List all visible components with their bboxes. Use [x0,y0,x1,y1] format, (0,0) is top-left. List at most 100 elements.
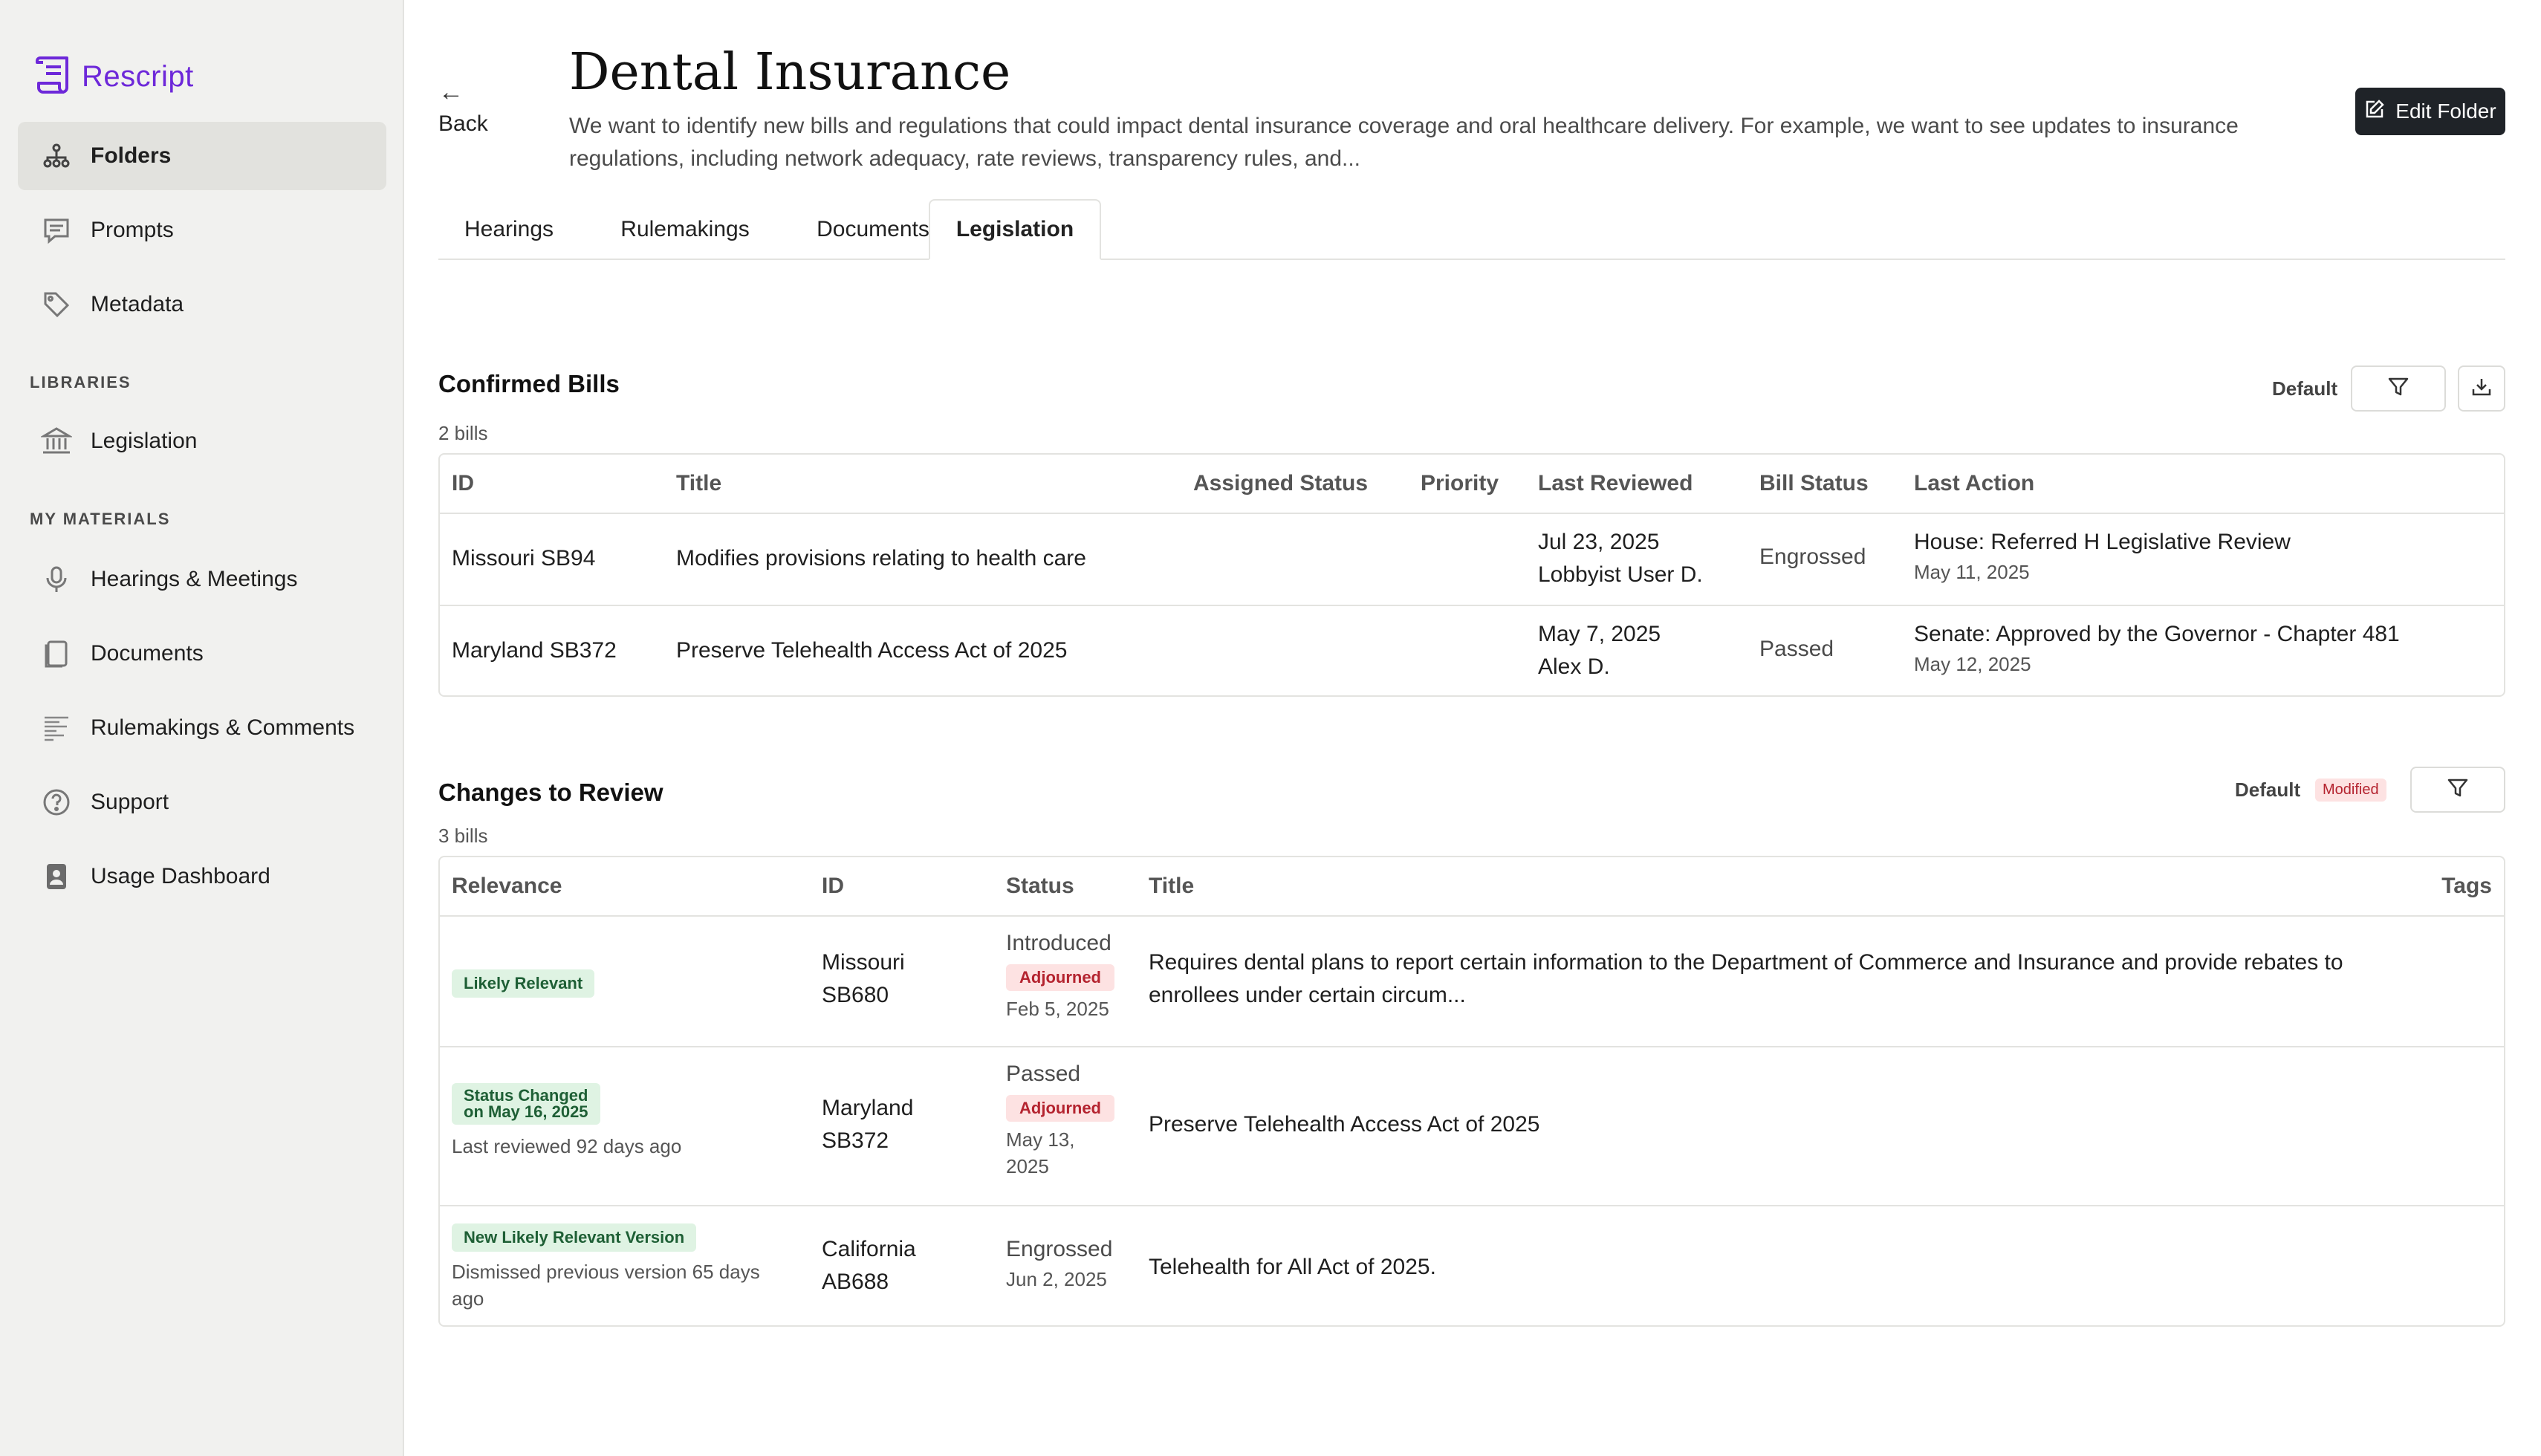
relevance-note-line: ago [452,1287,484,1310]
page-title: Dental Insurance [569,43,1011,102]
back-button[interactable]: ← Back [438,77,505,137]
filter-button[interactable] [2351,365,2446,412]
sidebar-item-prompts[interactable]: Prompts [18,196,386,264]
download-button[interactable] [2458,365,2505,412]
bill-status: Introduced Adjourned Feb 5, 2025 [1006,927,1114,1022]
bill-state: Maryland [822,1096,914,1120]
app-name: Rescript [82,60,194,93]
relevance-note: Dismissed previous version 65 days ago [452,1258,760,1312]
relevance-note: Last reviewed 92 days ago [452,1135,682,1157]
last-action: House: Referred H Legislative Review May… [1914,526,2291,585]
last-action-date: May 11, 2025 [1914,561,2030,583]
sidebar-item-folders[interactable]: Folders [18,122,386,190]
column-header-last-reviewed[interactable]: Last Reviewed [1538,455,1693,513]
filter-icon [2447,777,2469,803]
relevance-badge: Status Changed on May 16, 2025 [452,1083,600,1125]
status-date: Jun 2, 2025 [1006,1268,1107,1290]
column-header-last-action[interactable]: Last Action [1914,455,2034,513]
table-row[interactable]: Maryland SB372 Preserve Telehealth Acces… [440,606,2504,697]
status-date: Feb 5, 2025 [1006,998,1109,1020]
sidebar-item-documents[interactable]: Documents [18,620,386,688]
view-selector[interactable]: Default [2272,377,2337,400]
confirmed-bills-table: ID Title Assigned Status Priority Last R… [438,453,2505,697]
relevance: Likely Relevant [452,966,595,998]
column-header-tags[interactable]: Tags [2441,857,2492,915]
bill-title: Preserve Telehealth Access Act of 2025 [1149,1112,1540,1137]
status-date: May 13, 2025 [1006,1126,1114,1180]
bill-status: Passed Adjourned May 13, 2025 [1006,1058,1114,1180]
bill-title: Telehealth for All Act of 2025. [1149,1255,1436,1279]
sidebar-item-usage-dashboard[interactable]: Usage Dashboard [18,842,386,911]
sidebar-item-legislation[interactable]: Legislation [18,407,386,475]
column-header-relevance[interactable]: Relevance [452,857,562,915]
relevance: New Likely Relevant Version Dismissed pr… [452,1220,760,1312]
sidebar-item-label: Usage Dashboard [91,864,270,888]
last-action: Senate: Approved by the Governor - Chapt… [1914,618,2400,677]
relevance-note-line: Dismissed previous version 65 days [452,1261,760,1283]
sidebar-item-label: Hearings & Meetings [91,567,298,591]
column-header-priority[interactable]: Priority [1421,455,1499,513]
adjourned-badge: Adjourned [1006,964,1114,991]
app-logo[interactable]: Rescript [34,53,194,100]
sidebar-item-support[interactable]: Support [18,768,386,836]
sidebar-item-label: Prompts [91,218,174,242]
changes-count: 3 bills [438,825,488,847]
status-text: Introduced [1006,931,1112,955]
status-text: Passed [1006,1062,1081,1086]
table-header: Relevance ID Status Title Tags [440,857,2504,917]
bill-number: SB680 [822,983,889,1007]
sidebar-item-metadata[interactable]: Metadata [18,270,386,339]
column-header-id[interactable]: ID [452,455,474,513]
document-icon [40,637,73,670]
adjourned-badge: Adjourned [1006,1095,1114,1122]
rulemaking-icon [40,712,73,744]
reviewed-date: May 7, 2025 [1538,622,1661,646]
folder-tabs: Hearings Rulemakings Documents Legislati… [438,199,2505,260]
bill-id: Missouri SB94 [452,546,596,571]
tag-icon [40,288,73,321]
reviewed-by: Lobbyist User D. [1538,562,1703,587]
sidebar-item-hearings-meetings[interactable]: Hearings & Meetings [18,545,386,614]
filter-button[interactable] [2410,767,2505,813]
filter-icon [2387,376,2409,402]
column-header-title[interactable]: Title [676,455,721,513]
sidebar-item-label: Rulemakings & Comments [91,715,355,740]
sidebar-item-label: Legislation [91,429,198,453]
table-row[interactable]: New Likely Relevant Version Dismissed pr… [440,1206,2504,1330]
tab-hearings[interactable]: Hearings [438,199,580,260]
column-header-status[interactable]: Status [1006,857,1074,915]
column-header-id[interactable]: ID [822,857,844,915]
table-row[interactable]: Missouri SB94 Modifies provisions relati… [440,514,2504,606]
reviewed-by: Alex D. [1538,654,1610,679]
status-date-line: May 13, [1006,1128,1075,1151]
relevance-badge: New Likely Relevant Version [452,1223,697,1252]
sidebar-item-rulemakings-comments[interactable]: Rulemakings & Comments [18,694,386,762]
materials-section-label: MY MATERIALS [30,510,171,528]
chat-icon [40,214,73,247]
last-reviewed: May 7, 2025 Alex D. [1538,618,1661,683]
table-row[interactable]: Likely Relevant Missouri SB680 Introduce… [440,917,2504,1047]
column-header-bill-status[interactable]: Bill Status [1759,455,1869,513]
microphone-icon [40,563,73,596]
bill-state: California [822,1237,916,1261]
last-action-text: House: Referred H Legislative Review [1914,530,2291,554]
bill-state: Missouri [822,950,905,975]
bill-status: Passed [1759,637,1834,661]
table-row[interactable]: Status Changed on May 16, 2025 Last revi… [440,1047,2504,1206]
last-action-text: Senate: Approved by the Governor - Chapt… [1914,622,2400,646]
status-text: Engrossed [1006,1237,1113,1261]
changes-to-review-title: Changes to Review [438,779,663,806]
sidebar-item-label: Metadata [91,292,184,316]
bill-title: Modifies provisions relating to health c… [676,546,1086,571]
last-action-date: May 12, 2025 [1914,653,2031,675]
download-icon [2470,376,2493,402]
tab-legislation[interactable]: Legislation [929,199,1101,260]
view-selector[interactable]: Default [2235,779,2300,802]
sidebar: Rescript Folders Prompts Metadata LIBRAR… [0,0,404,1456]
column-header-title[interactable]: Title [1149,857,1194,915]
column-header-assigned-status[interactable]: Assigned Status [1193,455,1368,513]
tab-rulemakings[interactable]: Rulemakings [594,199,776,260]
sidebar-item-label: Documents [91,641,204,666]
bill-id: California AB688 [822,1233,916,1299]
edit-folder-button[interactable]: Edit Folder [2355,88,2505,135]
